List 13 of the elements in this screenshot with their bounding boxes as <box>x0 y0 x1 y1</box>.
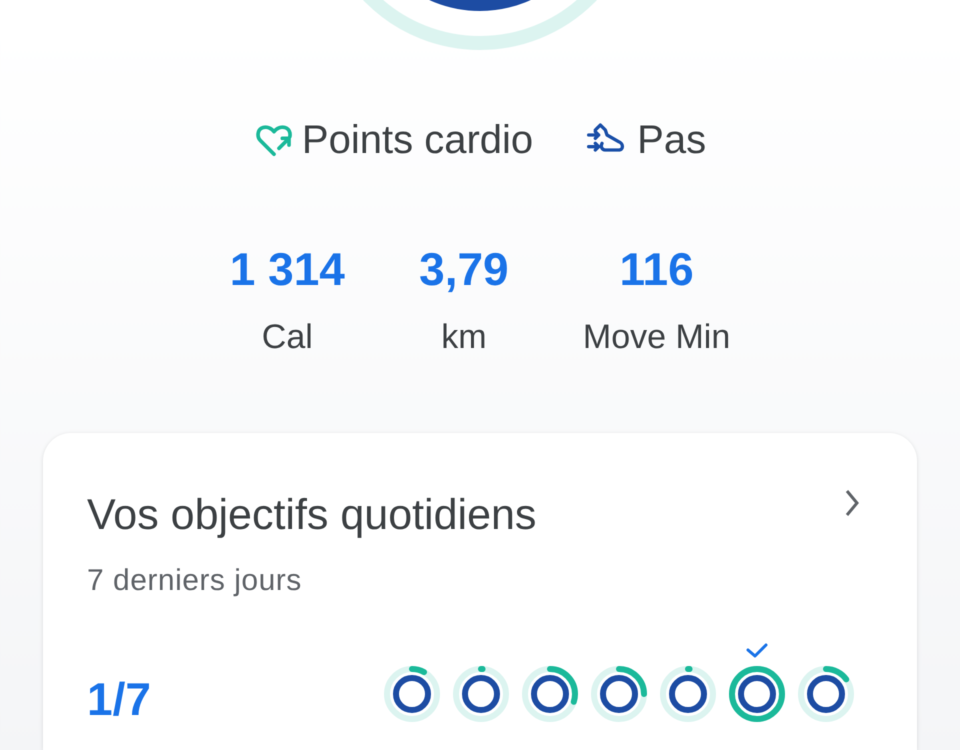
stat-value: 1 314 <box>230 246 345 292</box>
card-title: Vos objectifs quotidiens <box>87 490 536 541</box>
legend-label: Pas <box>637 117 706 164</box>
stat-value: 3,79 <box>419 246 509 292</box>
card-subtitle: 7 derniers jours <box>87 562 303 598</box>
stat-label: Move Min <box>582 317 730 358</box>
stat-label: Cal <box>262 317 313 358</box>
goal-summary: 1/7 <box>87 672 152 726</box>
goals-card[interactable]: Vos objectifs quotidiens 7 derniers jours 1/7 <box>43 433 917 750</box>
stat-label: km <box>441 317 487 358</box>
legend-label: Points cardio <box>302 117 534 164</box>
stat-value: 116 <box>619 246 694 292</box>
check-icon <box>745 642 769 658</box>
